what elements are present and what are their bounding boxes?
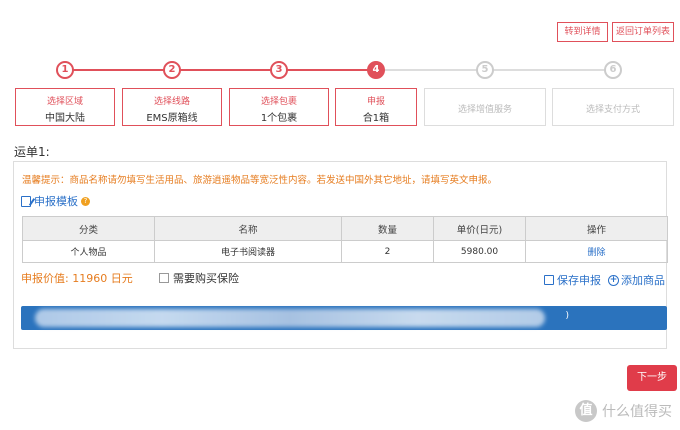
table-header-row: 分类 名称 数量 单价(日元) 操作 xyxy=(22,216,668,241)
step-value-added[interactable]: 选择增值服务 xyxy=(424,88,546,126)
page: 转到详情 返回订单列表 1 2 3 4 5 6 选择区域 中国大陆 选择线路 E… xyxy=(0,0,680,430)
save-label: 保存申报 xyxy=(557,274,601,287)
declare-template-link[interactable]: 申报模板 ? xyxy=(21,193,90,209)
insurance-checkbox[interactable] xyxy=(159,273,169,283)
header-price: 单价(日元) xyxy=(433,216,526,241)
save-declaration-button[interactable]: 保存申报 xyxy=(544,272,601,288)
step-payment[interactable]: 选择支付方式 xyxy=(552,88,674,126)
edit-icon xyxy=(21,195,31,207)
step-value: 中国大陆 xyxy=(45,113,85,124)
header-action: 操作 xyxy=(525,216,668,241)
step-value: 合1箱 xyxy=(362,113,390,124)
tip-text: 温馨提示：商品名称请勿填写生活用品、旅游逍遥物品等宽泛性内容。若发送中国外其它地… xyxy=(22,175,498,186)
to-detail-button[interactable]: 转到详情 xyxy=(557,22,608,42)
step-label: 选择增值服务 xyxy=(457,105,512,115)
cell-category: 个人物品 xyxy=(22,240,155,263)
help-icon[interactable]: ? xyxy=(81,196,90,206)
watermark-logo: 值 xyxy=(575,400,597,422)
header-category: 分类 xyxy=(22,216,155,241)
save-icon xyxy=(544,275,554,285)
waybill-panel: 温馨提示：商品名称请勿填写生活用品、旅游逍遥物品等宽泛性内容。若发送中国外其它地… xyxy=(13,161,668,349)
watermark-text: 什么值得买 xyxy=(602,404,672,420)
items-table: 分类 名称 数量 单价(日元) 操作 个人物品 电子书阅读器 2 5980.00… xyxy=(22,216,668,263)
step-label: 选择包裹 xyxy=(260,97,297,107)
cell-action: 删除 xyxy=(525,240,668,263)
step-5-circle: 5 xyxy=(476,61,494,79)
add-label: 添加商品 xyxy=(621,274,665,287)
step-4-circle: 4 xyxy=(367,61,385,79)
template-label: 申报模板 xyxy=(34,195,78,208)
watermark: 值 什么值得买 xyxy=(575,400,672,422)
bar-end-text: ) xyxy=(565,311,569,321)
table-row: 个人物品 电子书阅读器 2 5980.00 删除 xyxy=(22,240,668,263)
delete-link[interactable]: 删除 xyxy=(587,248,605,258)
step-label: 选择支付方式 xyxy=(585,105,640,115)
step-1-circle: 1 xyxy=(56,61,74,79)
step-value: EMS原箱线 xyxy=(146,113,198,124)
step-label: 选择线路 xyxy=(153,97,190,107)
cell-qty: 2 xyxy=(341,240,434,263)
step-region[interactable]: 选择区域 中国大陆 xyxy=(15,88,115,126)
insurance-option[interactable]: 需要购买保险 xyxy=(159,270,239,286)
progress-line-done xyxy=(65,69,376,71)
header-qty: 数量 xyxy=(341,216,434,241)
cell-name: 电子书阅读器 xyxy=(154,240,342,263)
step-2-circle: 2 xyxy=(163,61,181,79)
progress-line-todo xyxy=(376,69,613,71)
add-item-button[interactable]: + 添加商品 xyxy=(608,272,665,288)
declared-value: 申报价值: 11960 日元 xyxy=(21,272,133,285)
step-value: 1个包裹 xyxy=(260,113,298,124)
step-package[interactable]: 选择包裹 1个包裹 xyxy=(229,88,329,126)
blurred-content xyxy=(35,309,545,327)
step-label: 申报 xyxy=(366,97,385,107)
address-bar[interactable]: ) xyxy=(21,306,667,330)
step-3-circle: 3 xyxy=(270,61,288,79)
waybill-title: 运单1: xyxy=(14,145,50,159)
insurance-label: 需要购买保险 xyxy=(173,272,239,285)
step-6-circle: 6 xyxy=(604,61,622,79)
step-declare[interactable]: 申报 合1箱 xyxy=(335,88,417,126)
next-step-button[interactable]: 下一步 xyxy=(627,365,677,391)
plus-circle-icon: + xyxy=(608,274,619,286)
step-route[interactable]: 选择线路 EMS原箱线 xyxy=(122,88,222,126)
step-label: 选择区域 xyxy=(46,97,83,107)
header-name: 名称 xyxy=(154,216,342,241)
back-to-list-button[interactable]: 返回订单列表 xyxy=(612,22,674,42)
cell-price: 5980.00 xyxy=(433,240,526,263)
